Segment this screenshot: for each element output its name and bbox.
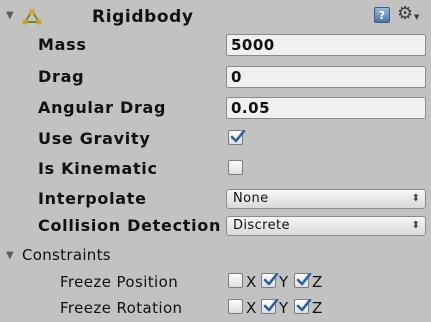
freeze-position-y-checkbox[interactable]	[261, 273, 279, 288]
freeze-rotation-label: Freeze Rotation	[60, 299, 183, 317]
axis-label-x: X	[246, 273, 257, 291]
axis-label-x: X	[246, 299, 257, 317]
mass-value: 5000	[231, 36, 275, 54]
checkmark-icon	[230, 130, 246, 143]
mass-field[interactable]: 5000	[226, 34, 426, 56]
axis-label-z: Z	[312, 299, 323, 317]
collision-detection-label: Collision Detection	[38, 216, 222, 235]
drag-value: 0	[231, 68, 242, 86]
rigidbody-icon	[22, 9, 42, 25]
freeze-position-x-checkbox[interactable]	[228, 273, 243, 288]
use-gravity-checkbox[interactable]	[228, 130, 246, 145]
property-row-interpolate: Interpolate None ⬍	[0, 185, 431, 213]
gear-icon[interactable]: ⚙	[397, 4, 413, 24]
checkmark-icon	[263, 299, 279, 312]
foldout-arrow-icon[interactable]: ▼	[6, 250, 14, 261]
component-title: Rigidbody	[92, 7, 194, 27]
drag-label: Drag	[38, 67, 85, 86]
axis-label-z: Z	[312, 273, 323, 291]
axis-label-y: Y	[279, 299, 289, 317]
collision-detection-value: Discrete	[233, 218, 290, 233]
freeze-position-z-checkbox[interactable]	[294, 273, 312, 288]
interpolate-dropdown[interactable]: None ⬍	[226, 189, 426, 209]
rigidbody-inspector-panel: ▼ Rigidbody ? ⚙ ▼ Mass 5000 Drag 0 Angul…	[0, 0, 431, 319]
is-kinematic-checkbox[interactable]	[228, 160, 243, 175]
checkmark-icon	[263, 273, 279, 286]
foldout-arrow-icon[interactable]: ▼	[6, 10, 14, 21]
property-row-angular-drag: Angular Drag 0.05	[0, 94, 431, 122]
axis-label-y: Y	[279, 273, 289, 291]
freeze-rotation-z-checkbox[interactable]	[294, 299, 312, 314]
interpolate-label: Interpolate	[38, 189, 147, 208]
freeze-position-row: Freeze Position X Y Z	[0, 268, 431, 296]
component-header[interactable]: ▼ Rigidbody ? ⚙ ▼	[0, 0, 431, 30]
collision-detection-dropdown[interactable]: Discrete ⬍	[226, 216, 426, 236]
updown-arrows-icon: ⬍	[411, 220, 420, 231]
checkmark-icon	[296, 299, 312, 312]
property-row-is-kinematic: Is Kinematic	[0, 155, 431, 183]
freeze-rotation-row: Freeze Rotation X Y Z	[0, 294, 431, 322]
freeze-rotation-y-checkbox[interactable]	[261, 299, 279, 314]
gear-dropdown-caret-icon[interactable]: ▼	[414, 13, 419, 21]
constraints-label: Constraints	[22, 246, 111, 264]
updown-arrows-icon: ⬍	[411, 193, 420, 204]
mass-label: Mass	[38, 35, 87, 54]
angular-drag-field[interactable]: 0.05	[226, 97, 426, 119]
checkmark-icon	[296, 273, 312, 286]
constraints-foldout[interactable]: ▼ Constraints	[0, 242, 431, 270]
freeze-position-label: Freeze Position	[60, 273, 179, 291]
angular-drag-value: 0.05	[231, 99, 271, 117]
property-row-collision-detection: Collision Detection Discrete ⬍	[0, 212, 431, 240]
angular-drag-label: Angular Drag	[38, 98, 167, 117]
is-kinematic-label: Is Kinematic	[38, 159, 158, 178]
drag-field[interactable]: 0	[226, 66, 426, 88]
use-gravity-label: Use Gravity	[38, 129, 151, 148]
property-row-use-gravity: Use Gravity	[0, 125, 431, 153]
interpolate-value: None	[233, 191, 269, 206]
help-book-icon[interactable]: ?	[374, 7, 390, 23]
property-row-mass: Mass 5000	[0, 31, 431, 59]
property-row-drag: Drag 0	[0, 63, 431, 91]
freeze-rotation-x-checkbox[interactable]	[228, 299, 243, 314]
